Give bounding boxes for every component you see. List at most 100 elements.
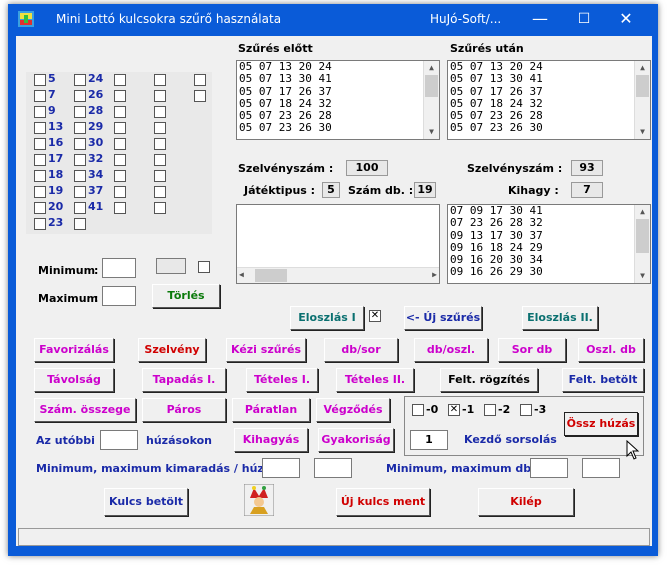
eloszlas2-button[interactable]: Eloszlás II. xyxy=(522,306,598,330)
number-checkbox[interactable] xyxy=(74,154,86,166)
maximize-button[interactable]: ☐ xyxy=(566,8,602,30)
paros-button[interactable]: Páros xyxy=(142,398,226,422)
minimum-extra-field[interactable] xyxy=(156,258,186,274)
number-checkbox[interactable] xyxy=(114,74,126,86)
ossz-huzas-button[interactable]: Össz húzás xyxy=(564,412,638,436)
number-checkbox[interactable] xyxy=(114,122,126,134)
scroll-down-icon[interactable]: ▼ xyxy=(424,125,439,139)
kezi-szures-button[interactable]: Kézi szűrés xyxy=(226,338,306,362)
favorizalas-button[interactable]: Favorizálás xyxy=(34,338,114,362)
number-checkbox[interactable] xyxy=(74,74,86,86)
number-checkbox[interactable] xyxy=(34,170,46,182)
number-checkbox[interactable] xyxy=(74,106,86,118)
szam-osszege-button[interactable]: Szám. összege xyxy=(34,398,136,422)
szelveny-button[interactable]: Szelvény xyxy=(138,338,206,362)
scroll-left-icon[interactable]: ◀ xyxy=(239,269,244,281)
list-item[interactable]: 09 16 26 29 30 xyxy=(448,266,650,279)
number-checkbox[interactable] xyxy=(34,154,46,166)
number-checkbox[interactable] xyxy=(34,74,46,86)
number-checkbox[interactable] xyxy=(114,186,126,198)
uj-kulcs-ment-button[interactable]: Új kulcs ment xyxy=(336,488,430,516)
number-checkbox[interactable] xyxy=(154,202,166,214)
number-checkbox[interactable] xyxy=(34,202,46,214)
title-bar[interactable]: Mini Lottó kulcsokra szűrő használata Hu… xyxy=(8,4,658,34)
oszl-db-button[interactable]: Oszl. db xyxy=(578,338,644,362)
eloszlas1-button[interactable]: Eloszlás I xyxy=(290,306,364,330)
jester-icon[interactable] xyxy=(244,484,274,516)
minimum-input[interactable] xyxy=(102,258,136,278)
number-checkbox[interactable] xyxy=(34,106,46,118)
number-checkbox[interactable] xyxy=(154,138,166,150)
number-checkbox[interactable] xyxy=(74,218,86,230)
empty-list[interactable]: ◀ ▶ xyxy=(236,204,440,284)
teteles1-button[interactable]: Tételes I. xyxy=(246,368,318,392)
number-checkbox[interactable] xyxy=(194,90,206,102)
maxdb-max-input[interactable] xyxy=(582,458,620,478)
number-checkbox[interactable] xyxy=(114,170,126,182)
number-checkbox[interactable] xyxy=(114,90,126,102)
scroll-down-icon[interactable]: ▼ xyxy=(635,125,650,139)
maximum-input[interactable] xyxy=(102,286,136,306)
db-oszl-button[interactable]: db/oszl. xyxy=(414,338,488,362)
number-checkbox[interactable] xyxy=(34,90,46,102)
skipped-list[interactable]: 07 09 17 30 41 07 23 26 28 32 09 13 17 30 … xyxy=(447,204,651,284)
skipped-scrollbar[interactable]: ▲ ▼ xyxy=(634,205,650,283)
last-draws-input[interactable] xyxy=(100,430,138,450)
minimum-extra-checkbox[interactable] xyxy=(198,261,210,273)
list-item[interactable]: 05 07 23 26 30 xyxy=(448,122,650,135)
kulcs-betolt-button[interactable]: Kulcs betölt xyxy=(104,488,188,516)
number-checkbox[interactable] xyxy=(154,74,166,86)
number-checkbox[interactable] xyxy=(194,74,206,86)
teteles2-button[interactable]: Tételes II. xyxy=(336,368,414,392)
scroll-down-icon[interactable]: ▼ xyxy=(635,269,650,283)
uj-szures-button[interactable]: <- Új szűrés xyxy=(404,306,482,330)
eloszlas-checkbox[interactable]: ✕ xyxy=(369,310,381,322)
number-checkbox[interactable] xyxy=(74,122,86,134)
kihagyas-button[interactable]: Kihagyás xyxy=(234,428,308,452)
number-checkbox[interactable] xyxy=(154,170,166,182)
filter-before-scrollbar[interactable]: ▲ ▼ xyxy=(423,61,439,139)
offset-checkbox[interactable] xyxy=(520,404,532,416)
gyakorisag-button[interactable]: Gyakoriság xyxy=(318,428,394,452)
empty-list-hscrollbar[interactable]: ◀ ▶ xyxy=(237,267,439,283)
list-item[interactable]: 05 07 23 26 30 xyxy=(237,122,439,135)
filter-before-list[interactable]: 05 07 13 20 24 05 07 13 30 41 05 07 17 26 … xyxy=(236,60,440,140)
number-checkbox[interactable] xyxy=(114,106,126,118)
list-item[interactable]: 07 23 26 28 32 xyxy=(448,216,650,229)
number-checkbox[interactable] xyxy=(74,186,86,198)
scroll-up-icon[interactable]: ▲ xyxy=(424,61,439,75)
offset-checkbox[interactable]: ✕ xyxy=(448,404,460,416)
scroll-up-icon[interactable]: ▲ xyxy=(635,205,650,219)
number-checkbox[interactable] xyxy=(74,138,86,150)
number-checkbox[interactable] xyxy=(74,202,86,214)
offset-checkbox[interactable] xyxy=(484,404,496,416)
filter-after-scrollbar[interactable]: ▲ ▼ xyxy=(634,61,650,139)
sor-db-button[interactable]: Sor db xyxy=(498,338,566,362)
start-draw-input[interactable]: 1 xyxy=(410,430,448,450)
tavolsag-button[interactable]: Távolság xyxy=(34,368,114,392)
number-checkbox[interactable] xyxy=(154,154,166,166)
paratlan-button[interactable]: Páratlan xyxy=(232,398,310,422)
scroll-up-icon[interactable]: ▲ xyxy=(635,61,650,75)
number-checkbox[interactable] xyxy=(34,218,46,230)
number-checkbox[interactable] xyxy=(34,186,46,198)
filter-after-list[interactable]: 05 07 13 20 24 05 07 13 30 41 05 07 17 26 … xyxy=(447,60,651,140)
kimaradas-max-input[interactable] xyxy=(314,458,352,478)
number-checkbox[interactable] xyxy=(114,202,126,214)
kimaradas-min-input[interactable] xyxy=(262,458,300,478)
list-item[interactable]: 05 07 13 30 41 xyxy=(237,72,439,85)
kilep-button[interactable]: Kilép xyxy=(478,488,574,516)
felt-betolt-button[interactable]: Felt. betölt xyxy=(562,368,644,392)
number-checkbox[interactable] xyxy=(154,90,166,102)
number-checkbox[interactable] xyxy=(114,138,126,150)
close-button[interactable]: ✕ xyxy=(608,8,644,30)
scroll-thumb[interactable] xyxy=(636,219,649,253)
number-checkbox[interactable] xyxy=(154,106,166,118)
vegzodes-button[interactable]: Végződés xyxy=(316,398,390,422)
number-checkbox[interactable] xyxy=(34,122,46,134)
offset-checkbox[interactable] xyxy=(412,404,424,416)
number-checkbox[interactable] xyxy=(154,186,166,198)
scroll-thumb[interactable] xyxy=(636,75,649,97)
torles-button[interactable]: Törlés xyxy=(152,284,220,308)
number-checkbox[interactable] xyxy=(114,154,126,166)
